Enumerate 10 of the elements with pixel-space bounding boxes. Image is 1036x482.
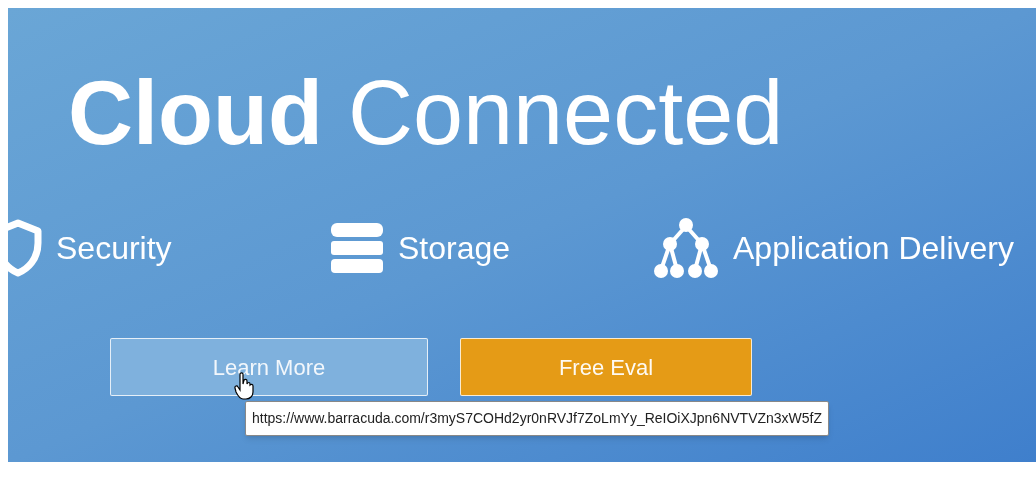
feature-label: Application Delivery (733, 229, 1014, 268)
database-icon (330, 221, 384, 275)
headline: Cloud Connected (68, 68, 784, 158)
feature-label: Storage (398, 229, 511, 268)
free-eval-button[interactable]: Free Eval (460, 338, 752, 396)
url-tooltip: https://www.barracuda.com/r3myS7COHd2yr0nRVJf7ZoLmYy_ReIOiXJpn6NVTVZn3xW5fZ (245, 401, 830, 436)
shield-icon (8, 219, 42, 277)
feature-label: Security (56, 229, 172, 268)
learn-more-button[interactable]: Learn More (110, 338, 428, 396)
tree-diagram-icon (653, 216, 719, 280)
